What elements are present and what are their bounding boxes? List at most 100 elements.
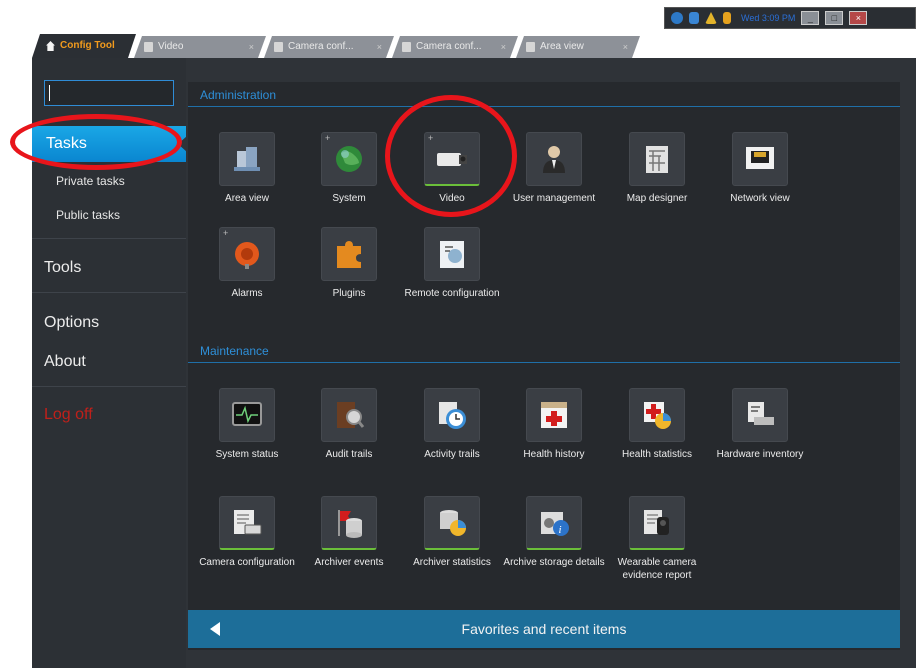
archiver-pie-icon — [424, 496, 480, 550]
tab-label: Config Tool — [60, 40, 115, 51]
hardware-icon — [732, 388, 788, 442]
task-label: Map designer — [626, 193, 688, 204]
task-activity-trails[interactable]: Activity trails — [400, 388, 504, 461]
puzzle-icon — [321, 227, 377, 281]
task-label: Area view — [225, 193, 269, 204]
sidebar-item-public-tasks[interactable]: Public tasks — [56, 208, 120, 222]
text-caret — [49, 85, 50, 101]
clock: Wed 3:09 PM — [741, 13, 796, 23]
sidebar-item-options[interactable]: Options — [44, 314, 99, 332]
wearable-camera-icon — [629, 496, 685, 550]
tab-label: Video — [158, 41, 184, 52]
tab-label: Camera conf... — [288, 41, 354, 52]
task-map-designer[interactable]: Map designer — [605, 132, 709, 205]
building-icon — [219, 132, 275, 186]
camera-config-icon — [219, 496, 275, 550]
warning-icon[interactable] — [705, 12, 717, 24]
task-label: Camera configuration — [199, 557, 295, 568]
minimize-button[interactable]: _ — [801, 11, 820, 25]
sidebar-item-private-tasks[interactable]: Private tasks — [56, 174, 125, 188]
storage-info-icon: i — [526, 496, 582, 550]
favorites-label: Favorites and recent items — [461, 621, 627, 637]
task-archiver-events[interactable]: Archiver events — [297, 496, 401, 569]
task-label: Alarms — [231, 288, 263, 299]
task-health-history[interactable]: Health history — [502, 388, 606, 461]
maximize-button[interactable]: □ — [825, 11, 844, 25]
favorites-bar[interactable]: Favorites and recent items — [188, 610, 900, 648]
task-label: Archiver events — [314, 557, 384, 568]
task-label: System — [332, 193, 366, 204]
section-divider — [188, 362, 900, 363]
battery-icon[interactable] — [723, 12, 731, 24]
search-input[interactable] — [44, 80, 174, 106]
task-area-view[interactable]: Area view — [195, 132, 299, 205]
clock-document-icon — [424, 388, 480, 442]
close-button[interactable]: × — [849, 11, 868, 25]
task-archiver-statistics[interactable]: Archiver statistics — [400, 496, 504, 569]
task-network-view[interactable]: Network view — [708, 132, 812, 205]
task-health-statistics[interactable]: Health statistics — [605, 388, 709, 461]
sidebar-item-about[interactable]: About — [44, 353, 86, 371]
volume-icon[interactable] — [689, 12, 699, 24]
section-title-administration: Administration — [200, 88, 277, 102]
logoff-link[interactable]: Log off — [44, 406, 93, 424]
task-user-management[interactable]: User management — [502, 132, 606, 205]
task-label: Archiver statistics — [413, 557, 491, 568]
tab-config-tool[interactable]: Config Tool — [32, 34, 136, 58]
annotation-circle-video — [385, 95, 517, 217]
task-archive-storage-details[interactable]: i Archive storage details — [502, 496, 606, 569]
calendar-health-icon — [526, 388, 582, 442]
task-label: Archive storage details — [503, 557, 605, 568]
document-icon — [402, 42, 411, 52]
back-arrow-icon[interactable] — [210, 622, 220, 636]
sidebar-item-tools[interactable]: Tools — [44, 259, 81, 277]
tab-close-icon[interactable]: × — [377, 36, 382, 58]
task-alarms[interactable]: + Alarms — [195, 227, 299, 300]
audit-book-icon — [321, 388, 377, 442]
tab-close-icon[interactable]: × — [623, 36, 628, 58]
health-pie-icon — [629, 388, 685, 442]
task-label: Activity trails — [424, 449, 480, 460]
tab-label: Area view — [540, 41, 584, 52]
tab-area-view[interactable]: Area view × — [516, 36, 640, 58]
task-plugins[interactable]: Plugins — [297, 227, 401, 300]
task-panel: Administration Area view + System + Vide… — [188, 82, 900, 650]
task-audit-trails[interactable]: Audit trails — [297, 388, 401, 461]
area-view-icon — [526, 42, 535, 52]
document-icon — [274, 42, 283, 52]
tab-camera-conf-1[interactable]: Camera conf... × — [264, 36, 394, 58]
task-label: Health history — [523, 449, 585, 460]
task-label: Remote configuration — [404, 288, 500, 299]
tab-label: Camera conf... — [416, 41, 482, 52]
annotation-circle-tasks — [10, 114, 182, 170]
task-label: User management — [512, 193, 596, 204]
network-icon[interactable] — [671, 12, 683, 24]
task-wearable-camera-report[interactable]: Wearable camera evidence report — [605, 496, 709, 582]
svg-text:i: i — [559, 524, 562, 536]
remote-config-icon — [424, 227, 480, 281]
tab-close-icon[interactable]: × — [249, 36, 254, 58]
tab-camera-conf-2[interactable]: Camera conf... × — [392, 36, 518, 58]
task-hardware-inventory[interactable]: Hardware inventory — [708, 388, 812, 461]
task-remote-configuration[interactable]: Remote configuration — [400, 227, 504, 300]
tab-video[interactable]: Video × — [134, 36, 266, 58]
tab-strip: Config Tool Video × Camera conf... × Cam… — [32, 34, 916, 58]
globe-icon: + — [321, 132, 377, 186]
network-port-icon — [732, 132, 788, 186]
archiver-flag-icon — [321, 496, 377, 550]
monitor-pulse-icon — [219, 388, 275, 442]
map-icon — [629, 132, 685, 186]
task-camera-configuration[interactable]: Camera configuration — [195, 496, 299, 569]
tab-close-icon[interactable]: × — [501, 36, 506, 58]
task-system-status[interactable]: System status — [195, 388, 299, 461]
video-icon — [144, 42, 153, 52]
sidebar-divider — [32, 238, 186, 239]
system-tray: Wed 3:09 PM _ □ × — [664, 7, 916, 29]
sidebar-divider — [32, 386, 186, 387]
task-label: Wearable camera evidence report — [617, 557, 697, 581]
home-icon — [46, 41, 55, 51]
section-title-maintenance: Maintenance — [200, 344, 269, 358]
task-label: Network view — [730, 193, 790, 204]
task-label: Plugins — [332, 288, 366, 299]
section-divider — [188, 106, 900, 107]
